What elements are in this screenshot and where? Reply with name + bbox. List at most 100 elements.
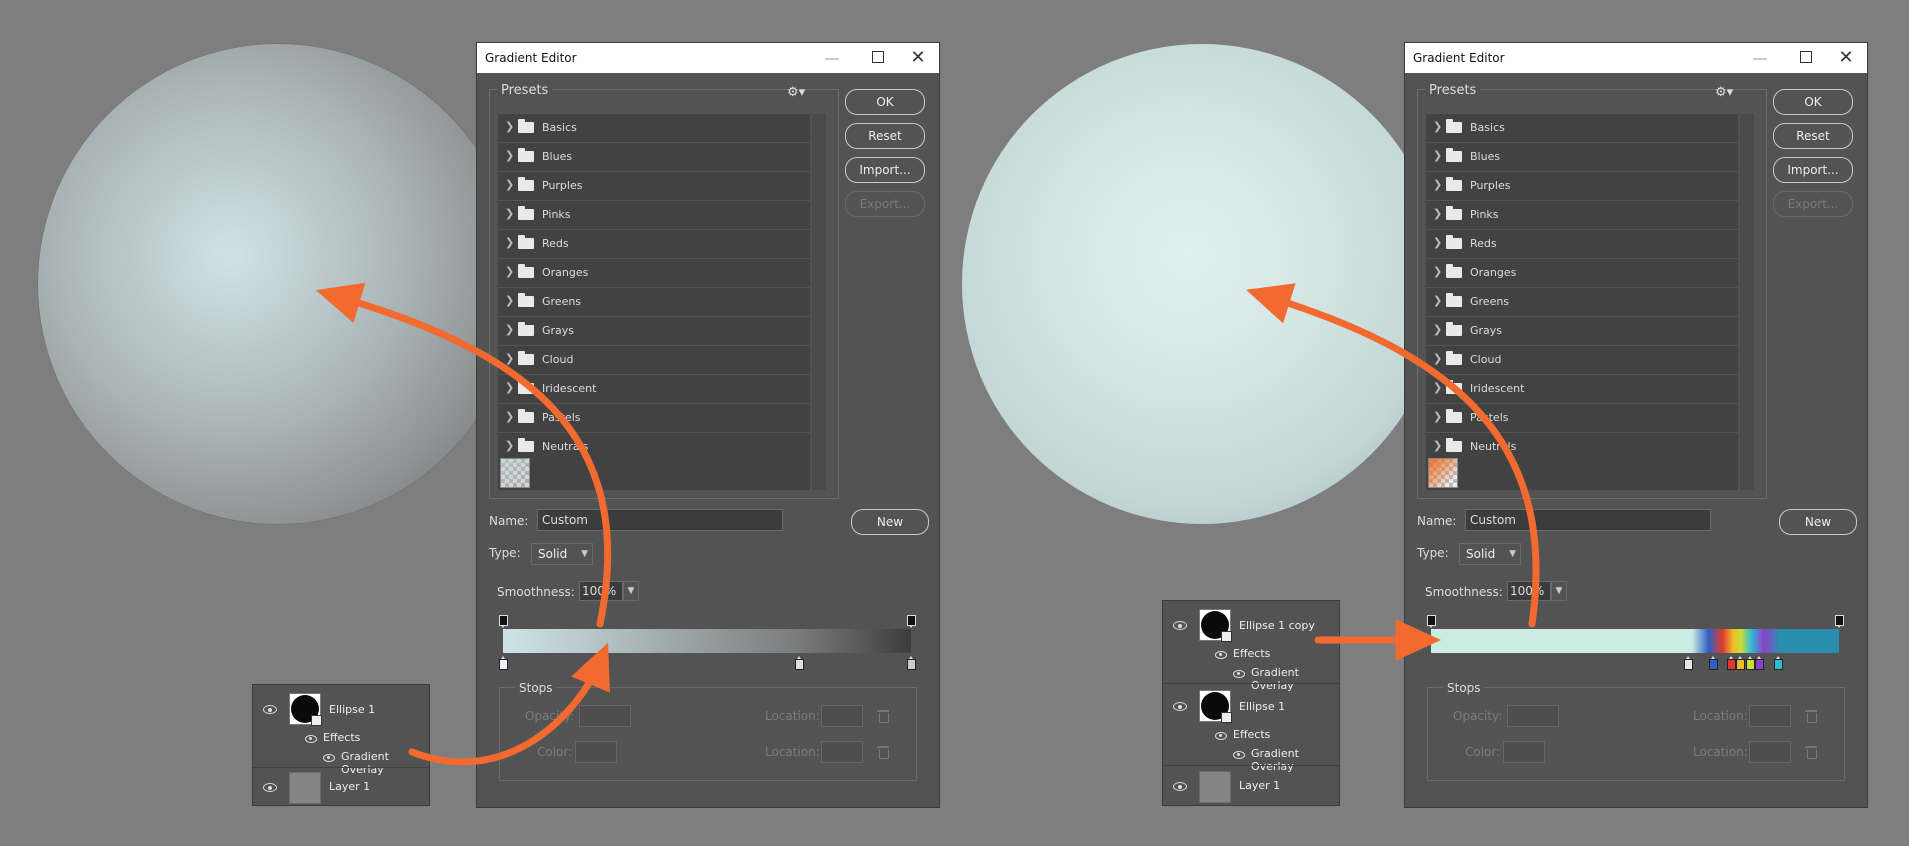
preset-folder[interactable]: ❯ Reds [1426, 230, 1738, 258]
preset-folder[interactable]: ❯ Basics [498, 114, 810, 142]
trash-icon[interactable] [877, 746, 889, 759]
presets-scrollbar[interactable] [1740, 114, 1754, 490]
chevron-right-icon[interactable]: ❯ [1433, 323, 1442, 336]
preset-folder[interactable]: ❯ Greens [1426, 288, 1738, 316]
chevron-right-icon[interactable]: ❯ [505, 265, 514, 278]
gradient-bar[interactable] [1431, 629, 1839, 653]
chevron-right-icon[interactable]: ❯ [1433, 149, 1442, 162]
chevron-down-icon[interactable]: ▼ [623, 581, 639, 601]
chevron-right-icon[interactable]: ❯ [505, 352, 514, 365]
type-select[interactable]: Solid ▼ [531, 543, 593, 565]
preset-folder[interactable]: ❯ Iridescent [1426, 375, 1738, 403]
maximize-icon[interactable] [1791, 47, 1821, 69]
layer-row-ellipse[interactable]: Ellipse 1 Effects Gradient Overlay [1163, 683, 1339, 773]
location-input[interactable] [821, 705, 863, 727]
reset-button[interactable]: Reset [1773, 123, 1853, 149]
color-stop[interactable] [499, 656, 508, 670]
chevron-down-icon[interactable]: ▼ [1551, 581, 1567, 601]
color-stop[interactable] [907, 656, 916, 670]
color-stop[interactable] [794, 656, 804, 670]
eye-icon[interactable] [263, 705, 277, 714]
preset-folder[interactable]: ❯ Purples [498, 172, 810, 200]
chevron-right-icon[interactable]: ❯ [505, 294, 514, 307]
smoothness-input[interactable]: 100% [579, 581, 623, 601]
minimize-icon[interactable]: — [1745, 47, 1775, 69]
preset-folder[interactable]: ❯ Grays [498, 317, 810, 345]
minimize-icon[interactable]: — [817, 47, 847, 69]
import-button[interactable]: Import... [1773, 157, 1853, 183]
eye-icon[interactable] [323, 754, 335, 762]
trash-icon[interactable] [1805, 746, 1817, 759]
new-button[interactable]: New [851, 509, 929, 535]
chevron-right-icon[interactable]: ❯ [1433, 439, 1442, 452]
eye-icon[interactable] [263, 783, 277, 792]
gear-icon[interactable]: ⚙▾ [1715, 85, 1733, 100]
chevron-right-icon[interactable]: ❯ [505, 120, 514, 133]
gradient-bar[interactable] [503, 629, 911, 653]
chevron-right-icon[interactable]: ❯ [505, 439, 514, 452]
new-button[interactable]: New [1779, 509, 1857, 535]
export-button[interactable]: Export... [1773, 191, 1853, 217]
maximize-icon[interactable] [863, 47, 893, 69]
chevron-right-icon[interactable]: ❯ [1433, 410, 1442, 423]
color-stop[interactable] [1684, 656, 1694, 670]
color-stop[interactable] [1708, 656, 1718, 670]
layer-row-ellipse[interactable]: Ellipse 1 Effects Gradient Overlay [253, 685, 429, 776]
chevron-right-icon[interactable]: ❯ [1433, 178, 1442, 191]
eye-icon[interactable] [1233, 670, 1245, 678]
chevron-right-icon[interactable]: ❯ [1433, 352, 1442, 365]
eye-icon[interactable] [1173, 621, 1187, 630]
location-input[interactable] [821, 741, 863, 763]
preset-folder[interactable]: ❯ Blues [498, 143, 810, 171]
opacity-stop[interactable] [1427, 615, 1436, 628]
chevron-right-icon[interactable]: ❯ [1433, 381, 1442, 394]
preset-folder[interactable]: ❯ Pinks [498, 201, 810, 229]
layer-row-layer1[interactable]: Layer 1 [253, 767, 429, 806]
import-button[interactable]: Import... [845, 157, 925, 183]
trash-icon[interactable] [1805, 710, 1817, 723]
preset-folder[interactable]: ❯ Purples [1426, 172, 1738, 200]
layer-row-ellipse-copy[interactable]: Ellipse 1 copy Effects Gradient Overlay [1163, 601, 1339, 692]
chevron-right-icon[interactable]: ❯ [505, 381, 514, 394]
preset-folder[interactable]: ❯ Pinks [1426, 201, 1738, 229]
ok-button[interactable]: OK [845, 89, 925, 115]
preset-folder[interactable]: ❯ Pastels [498, 404, 810, 432]
custom-gradient-swatch[interactable] [500, 458, 530, 488]
gear-icon[interactable]: ⚙▾ [787, 85, 805, 100]
trash-icon[interactable] [877, 710, 889, 723]
reset-button[interactable]: Reset [845, 123, 925, 149]
opacity-stop[interactable] [499, 615, 508, 628]
preset-folder[interactable]: ❯ Iridescent [498, 375, 810, 403]
color-stop[interactable] [1755, 656, 1765, 670]
name-input[interactable]: Custom [537, 509, 783, 531]
type-select[interactable]: Solid ▼ [1459, 543, 1521, 565]
ok-button[interactable]: OK [1773, 89, 1853, 115]
chevron-right-icon[interactable]: ❯ [1433, 265, 1442, 278]
chevron-right-icon[interactable]: ❯ [1433, 236, 1442, 249]
color-stop[interactable] [1726, 656, 1736, 670]
chevron-right-icon[interactable]: ❯ [505, 323, 514, 336]
opacity-input[interactable] [579, 705, 631, 727]
color-swatch[interactable] [1503, 741, 1545, 763]
preset-folder[interactable]: ❯ Blues [1426, 143, 1738, 171]
location-input[interactable] [1749, 705, 1791, 727]
preset-folder[interactable]: ❯ Cloud [498, 346, 810, 374]
smoothness-input[interactable]: 100% [1507, 581, 1551, 601]
chevron-right-icon[interactable]: ❯ [1433, 294, 1442, 307]
chevron-right-icon[interactable]: ❯ [505, 410, 514, 423]
preset-folder[interactable]: ❯ Cloud [1426, 346, 1738, 374]
export-button[interactable]: Export... [845, 191, 925, 217]
color-stop[interactable] [1736, 656, 1746, 670]
preset-folder[interactable]: ❯ Pastels [1426, 404, 1738, 432]
preset-folder[interactable]: ❯ Grays [1426, 317, 1738, 345]
preset-folder[interactable]: ❯ Oranges [1426, 259, 1738, 287]
chevron-right-icon[interactable]: ❯ [505, 236, 514, 249]
preset-folder[interactable]: ❯ Reds [498, 230, 810, 258]
layer-row-layer1[interactable]: Layer 1 [1163, 765, 1339, 806]
opacity-stop[interactable] [907, 615, 916, 628]
name-input[interactable]: Custom [1465, 509, 1711, 531]
preset-folder[interactable]: ❯ Greens [498, 288, 810, 316]
preset-folder[interactable]: ❯ Basics [1426, 114, 1738, 142]
chevron-right-icon[interactable]: ❯ [505, 149, 514, 162]
eye-icon[interactable] [1173, 702, 1187, 711]
